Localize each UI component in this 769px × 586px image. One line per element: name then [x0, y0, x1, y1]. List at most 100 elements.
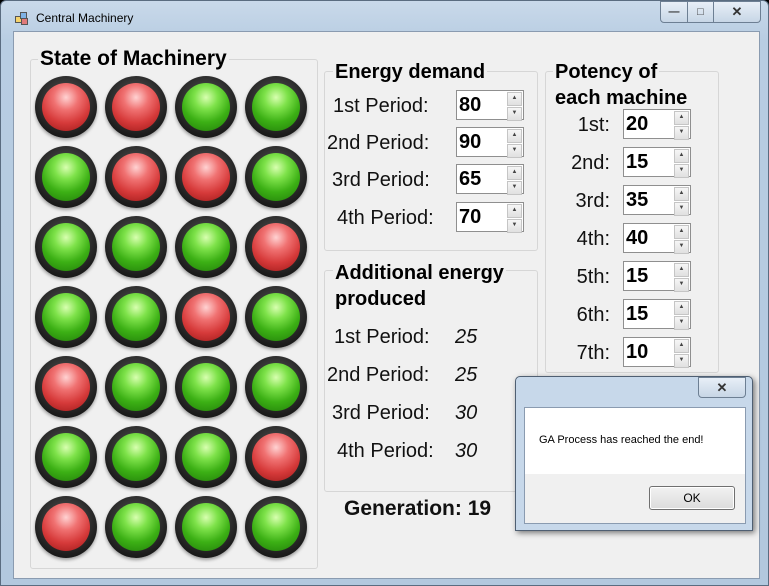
demand-period-spinner: ▲▼	[456, 127, 524, 158]
spinner-up-icon[interactable]: ▲	[674, 187, 689, 201]
machine-lamp-icon	[35, 356, 97, 418]
machine-lamp-icon	[105, 146, 167, 208]
potency-machine-spinner-input[interactable]	[624, 186, 676, 214]
spinner-up-icon[interactable]: ▲	[507, 166, 522, 180]
demand-period-spinner-input[interactable]	[457, 203, 509, 231]
spinner-up-icon[interactable]: ▲	[674, 111, 689, 125]
potency-machine-label: 2nd:	[571, 152, 610, 174]
potency-title-line1: Potency of	[553, 59, 660, 85]
app-icon	[15, 12, 28, 25]
spinner-down-icon[interactable]: ▼	[507, 107, 522, 121]
spinner-down-icon[interactable]: ▼	[674, 278, 689, 292]
potency-machine-label: 5th:	[576, 266, 610, 288]
machine-lamp-icon	[35, 146, 97, 208]
spinner-arrows: ▲ ▼	[507, 166, 522, 195]
additional-period-value: 25	[455, 364, 478, 386]
additional-title-line1: Additional energy	[333, 260, 506, 286]
demand-period-spinner: ▲▼	[456, 202, 524, 233]
machine-lamp-icon	[35, 216, 97, 278]
dialog-close-button[interactable]: ✕	[698, 377, 746, 398]
machine-lamp-icon	[245, 426, 307, 488]
spinner-down-icon[interactable]: ▼	[674, 202, 689, 216]
spinner-up-icon[interactable]: ▲	[507, 204, 522, 218]
spinner-arrows: ▲ ▼	[674, 111, 689, 140]
machine-lamp-icon	[35, 76, 97, 138]
potency-machine-label: 1st:	[577, 114, 610, 136]
machine-lamp-icon	[245, 76, 307, 138]
maximize-button[interactable]: □	[688, 1, 714, 23]
machine-lamp-icon	[175, 426, 237, 488]
demand-period-label: 4th Period:	[337, 207, 434, 229]
additional-title-line2: produced	[335, 288, 427, 310]
potency-machine-spinner: ▲▼	[623, 261, 691, 292]
spinner-down-icon[interactable]: ▼	[507, 181, 522, 195]
spinner-arrows: ▲ ▼	[674, 187, 689, 216]
spinner-down-icon[interactable]: ▼	[674, 316, 689, 330]
potency-machine-spinner-input[interactable]	[624, 262, 676, 290]
potency-machine-label: 3rd:	[575, 190, 610, 212]
spinner-down-icon[interactable]: ▼	[507, 219, 522, 233]
potency-machine-spinner-input[interactable]	[624, 300, 676, 328]
potency-machine-label: 7th:	[576, 342, 610, 364]
spinner-up-icon[interactable]: ▲	[674, 339, 689, 353]
demand-period-spinner-input[interactable]	[457, 165, 509, 193]
machine-lamp-icon	[175, 146, 237, 208]
spinner-arrows: ▲ ▼	[507, 129, 522, 158]
machine-lamp-icon	[105, 216, 167, 278]
spinner-arrows: ▲ ▼	[507, 204, 522, 233]
minimize-button[interactable]: —	[660, 1, 688, 23]
demand-period-spinner: ▲▼	[456, 90, 524, 121]
spinner-down-icon[interactable]: ▼	[674, 240, 689, 254]
additional-period-label: 2nd Period:	[327, 364, 430, 386]
spinner-down-icon[interactable]: ▼	[674, 164, 689, 178]
additional-period-label: 3rd Period:	[332, 402, 430, 424]
machine-lamp-icon	[105, 426, 167, 488]
demand-period-spinner-input[interactable]	[457, 91, 509, 119]
machine-lamp-icon	[105, 286, 167, 348]
spinner-arrows: ▲ ▼	[674, 301, 689, 330]
potency-machine-spinner: ▲▼	[623, 337, 691, 368]
machine-lamp-icon	[245, 356, 307, 418]
machine-lamp-icon	[175, 216, 237, 278]
spinner-up-icon[interactable]: ▲	[674, 149, 689, 163]
additional-period-value: 30	[455, 402, 478, 424]
machine-lamp-icon	[105, 496, 167, 558]
ok-button[interactable]: OK	[649, 486, 735, 510]
machine-lamp-icon	[35, 496, 97, 558]
additional-period-value: 25	[455, 326, 478, 348]
machine-lamp-icon	[35, 426, 97, 488]
potency-machine-spinner-input[interactable]	[624, 110, 676, 138]
potency-machine-spinner-input[interactable]	[624, 148, 676, 176]
machine-lamp-icon	[35, 286, 97, 348]
close-button[interactable]: ✕	[714, 1, 761, 23]
machine-lamp-icon	[175, 356, 237, 418]
machine-lamp-icon	[245, 496, 307, 558]
window-title: Central Machinery	[36, 11, 134, 25]
title-bar: Central Machinery — □ ✕	[1, 1, 768, 31]
potency-machine-spinner-input[interactable]	[624, 224, 676, 252]
message-dialog: ✕ GA Process has reached the end! OK	[515, 376, 753, 531]
spinner-down-icon[interactable]: ▼	[674, 126, 689, 140]
spinner-up-icon[interactable]: ▲	[674, 301, 689, 315]
machine-lamp-icon	[245, 216, 307, 278]
spinner-up-icon[interactable]: ▲	[674, 225, 689, 239]
additional-period-label: 4th Period:	[337, 440, 434, 462]
additional-period-label: 1st Period:	[334, 326, 430, 348]
spinner-down-icon[interactable]: ▼	[674, 354, 689, 368]
potency-machine-spinner: ▲▼	[623, 299, 691, 330]
potency-machine-spinner: ▲▼	[623, 147, 691, 178]
machine-lamp-icon	[105, 76, 167, 138]
spinner-arrows: ▲ ▼	[674, 339, 689, 368]
spinner-arrows: ▲ ▼	[507, 92, 522, 121]
potency-machine-spinner-input[interactable]	[624, 338, 676, 366]
generation-value: 19	[467, 497, 492, 520]
spinner-up-icon[interactable]: ▲	[507, 92, 522, 106]
potency-machine-label: 6th:	[576, 304, 610, 326]
demand-period-spinner-input[interactable]	[457, 128, 509, 156]
spinner-up-icon[interactable]: ▲	[507, 129, 522, 143]
generation-label: Generation:	[344, 497, 462, 520]
spinner-up-icon[interactable]: ▲	[674, 263, 689, 277]
spinner-arrows: ▲ ▼	[674, 225, 689, 254]
spinner-down-icon[interactable]: ▼	[507, 144, 522, 158]
additional-period-value: 30	[455, 440, 478, 462]
